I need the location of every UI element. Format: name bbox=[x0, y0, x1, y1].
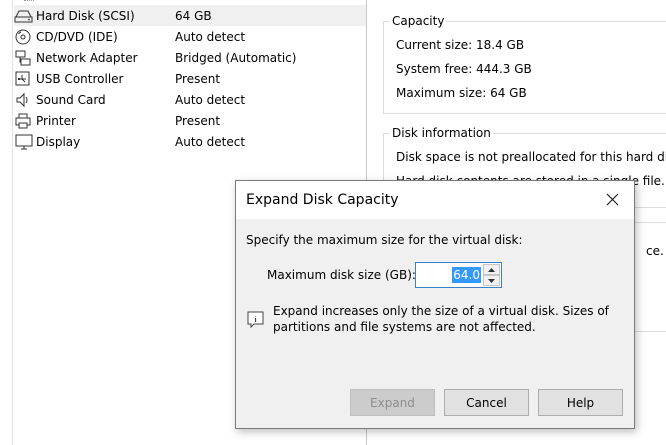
device-summary: Auto detect bbox=[175, 134, 246, 149]
max-disk-size-input[interactable]: 64.0 bbox=[415, 262, 502, 288]
device-name: USB Controller bbox=[36, 71, 124, 86]
info-text-line2: partitions and file systems are not affe… bbox=[273, 320, 536, 334]
device-summary: Present bbox=[175, 113, 221, 128]
max-disk-size-stepper[interactable] bbox=[483, 264, 500, 286]
capacity-group: Capacity Current size: 18.4 GB System fr… bbox=[383, 14, 666, 114]
device-row-hard-disk[interactable]: Hard Disk (SCSI) 64 GB bbox=[14, 5, 366, 26]
device-row-printer[interactable]: Printer Present bbox=[14, 110, 366, 131]
device-summary: 64 GB bbox=[175, 8, 212, 23]
cd-dvd-icon bbox=[14, 28, 36, 46]
device-name: Network Adapter bbox=[36, 50, 138, 65]
printer-icon bbox=[14, 112, 36, 130]
device-name: Printer bbox=[36, 113, 76, 128]
device-row-cd-dvd[interactable]: CD/DVD (IDE) Auto detect bbox=[14, 26, 366, 47]
capacity-group-title: Capacity bbox=[390, 14, 447, 28]
device-row-network-adapter[interactable]: Network Adapter Bridged (Automatic) bbox=[14, 47, 366, 68]
close-icon bbox=[606, 193, 619, 206]
hard-disk-icon bbox=[14, 7, 36, 25]
device-summary: Bridged (Automatic) bbox=[175, 50, 297, 65]
usb-controller-icon bbox=[14, 70, 36, 88]
device-summary: Auto detect bbox=[175, 29, 246, 44]
device-name: Hard Disk (SCSI) bbox=[36, 8, 135, 23]
display-icon bbox=[14, 133, 36, 151]
max-disk-size-value[interactable]: 64.0 bbox=[452, 267, 481, 283]
spin-up-button[interactable] bbox=[483, 264, 500, 275]
spin-down-button[interactable] bbox=[483, 275, 500, 286]
dialog-title: Expand Disk Capacity bbox=[246, 192, 399, 208]
device-row-usb-controller[interactable]: USB Controller Present bbox=[14, 68, 366, 89]
expand-button[interactable]: Expand bbox=[350, 389, 435, 416]
tree-guide-line bbox=[12, 0, 13, 445]
dialog-titlebar[interactable]: Expand Disk Capacity bbox=[236, 181, 634, 219]
dialog-prompt: Specify the maximum size for the virtual… bbox=[246, 233, 523, 247]
device-row-sound-card[interactable]: Sound Card Auto detect bbox=[14, 89, 366, 110]
current-size-text: Current size: 18.4 GB bbox=[396, 38, 525, 52]
close-button[interactable] bbox=[602, 190, 622, 210]
maximum-size-text: Maximum size: 64 GB bbox=[396, 86, 527, 100]
device-summary: Present bbox=[175, 71, 221, 86]
cancel-button[interactable]: Cancel bbox=[444, 389, 529, 416]
device-name: CD/DVD (IDE) bbox=[36, 29, 118, 44]
device-summary: Auto detect bbox=[175, 92, 246, 107]
utilities-text-fragment: ce. bbox=[646, 244, 664, 258]
device-row-display[interactable]: Display Auto detect bbox=[14, 131, 366, 152]
info-text-line1: Expand increases only the size of a virt… bbox=[273, 304, 609, 318]
disk-info-preallocation-text: Disk space is not preallocated for this … bbox=[396, 150, 666, 164]
device-name: Display bbox=[36, 134, 81, 149]
device-name: Sound Card bbox=[36, 92, 106, 107]
system-free-text: System free: 444.3 GB bbox=[396, 62, 532, 76]
info-icon bbox=[247, 311, 265, 332]
expand-disk-capacity-dialog: Expand Disk Capacity Specify the maximum… bbox=[235, 180, 635, 429]
help-button[interactable]: Help bbox=[538, 389, 623, 416]
network-adapter-icon bbox=[14, 49, 36, 67]
tree-guide-stub bbox=[24, 0, 34, 3]
chevron-down-icon bbox=[488, 278, 495, 283]
max-disk-size-label: Maximum disk size (GB): bbox=[267, 268, 416, 282]
chevron-up-icon bbox=[488, 267, 495, 272]
disk-information-group-title: Disk information bbox=[390, 126, 493, 140]
sound-card-icon bbox=[14, 91, 36, 109]
